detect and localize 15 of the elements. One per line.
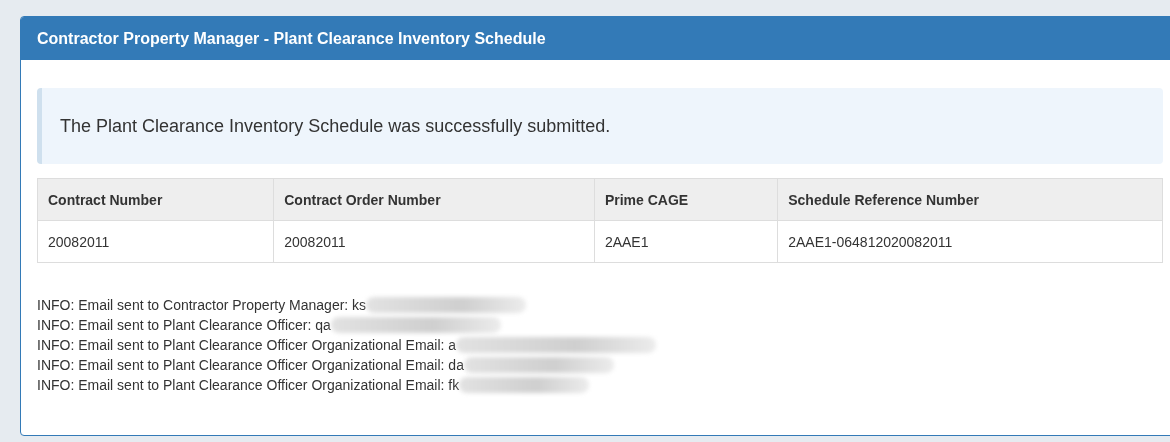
info-message: INFO: Email sent to Plant Clearance Officer: qa (37, 317, 331, 333)
table-cell: 2AAE1 (594, 220, 778, 263)
table-cell: 2AAE1-064812020082011 (777, 220, 1163, 263)
info-message: INFO: Email sent to Plant Clearance Officer Organizational Email: a (37, 337, 457, 353)
column-header: Contract Number (37, 178, 274, 221)
column-header: Contract Order Number (273, 178, 595, 221)
column-header: Prime CAGE (594, 178, 778, 221)
success-alert: The Plant Clearance Inventory Schedule was successfully submitted. (37, 88, 1163, 164)
info-message: INFO: Email sent to Plant Clearance Officer Organizational Email: fk (37, 377, 460, 393)
info-message: INFO: Email sent to Plant Clearance Officer Organizational Email: da (37, 357, 464, 373)
table-cell: 20082011 (273, 220, 595, 263)
panel-title: Contractor Property Manager - Plant Clearance Inventory Schedule (21, 17, 1170, 60)
column-header: Schedule Reference Number (777, 178, 1163, 221)
info-message: INFO: Email sent to Contractor Property Manager: ks (37, 297, 367, 313)
table-cell: 20082011 (37, 220, 274, 263)
